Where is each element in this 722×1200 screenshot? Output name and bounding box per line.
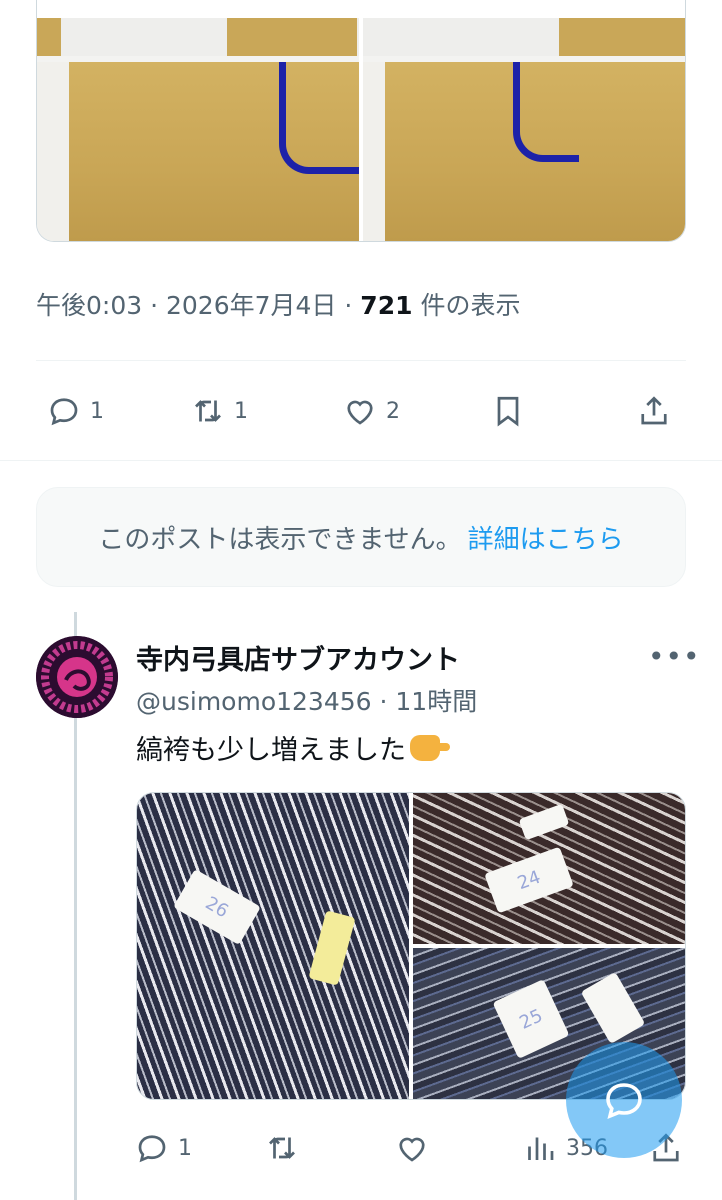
like-button[interactable]: 2 <box>342 393 400 429</box>
heart-icon <box>399 1137 425 1162</box>
reply-image-2[interactable]: 24 <box>413 793 685 944</box>
heart-icon <box>347 400 373 425</box>
like-button[interactable] <box>394 1130 430 1166</box>
repost-icon <box>195 400 221 422</box>
reply-button[interactable]: 1 <box>46 393 104 429</box>
image-detail <box>37 18 359 56</box>
post-date[interactable]: 2026年7月4日 <box>166 291 336 320</box>
compose-reply-button[interactable] <box>566 1042 682 1158</box>
unavailable-message: このポストは表示できません。 <box>98 524 462 555</box>
reply-icon <box>138 1135 166 1163</box>
hakama-size-tag: 25 <box>492 979 570 1059</box>
divider <box>36 360 686 361</box>
reply-icon <box>50 398 78 426</box>
bookmark-icon <box>497 396 519 427</box>
hakama-label-tag <box>308 910 356 986</box>
divider <box>0 460 722 461</box>
share-button[interactable] <box>636 393 672 429</box>
tweet-text: 縞袴も少し増えました <box>136 728 450 767</box>
post-time[interactable]: 午後0:03 <box>36 291 142 320</box>
post-media-grid[interactable] <box>36 0 686 242</box>
more-options-icon[interactable]: ••• <box>648 640 701 673</box>
post-image-1[interactable] <box>37 0 359 241</box>
analytics-icon <box>528 1137 554 1160</box>
avatar[interactable] <box>36 636 118 718</box>
repost-icon <box>269 1137 295 1159</box>
post-age[interactable]: 11時間 <box>395 687 477 716</box>
learn-more-link[interactable]: 詳細はこちら <box>468 519 624 556</box>
hakama-size-tag: 24 <box>484 846 574 914</box>
user-handle[interactable]: @usimomo123456 <box>136 687 372 716</box>
repost-button[interactable] <box>264 1130 300 1166</box>
bookmark-button[interactable] <box>490 393 526 429</box>
pointing-hand-emoji-icon <box>410 734 450 761</box>
post-timestamp-line: 午後0:03 · 2026年7月4日 · 721 件の表示 <box>36 291 521 320</box>
share-icon <box>641 396 667 425</box>
post-image-2[interactable] <box>363 0 685 241</box>
hakama-size-tag: 26 <box>173 868 261 946</box>
reply-button[interactable]: 1 <box>134 1130 192 1166</box>
post-view-count: 721 <box>360 291 413 320</box>
compose-reply-icon <box>606 1083 642 1120</box>
post-view-label: 件の表示 <box>420 291 521 320</box>
repost-button[interactable]: 1 <box>190 393 248 429</box>
unavailable-post-notice: このポストは表示できません。 詳細はこちら <box>36 487 686 587</box>
reply-image-1[interactable]: 26 <box>137 793 409 1099</box>
display-name[interactable]: 寺内弓具店サブアカウント <box>136 638 460 677</box>
user-handle-line: @usimomo123456 · 11時間 <box>136 687 478 716</box>
